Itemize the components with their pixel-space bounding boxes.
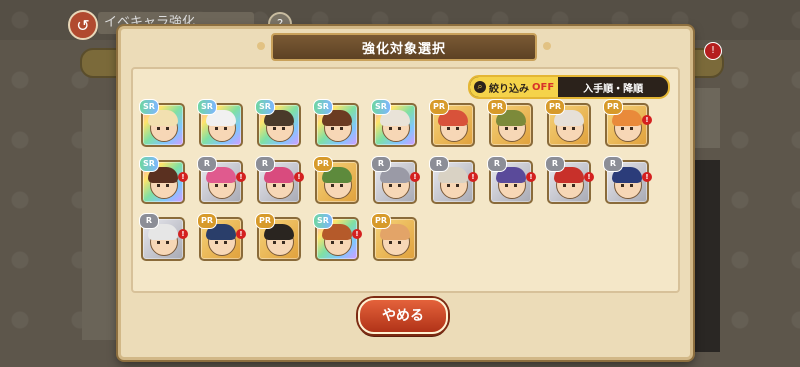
- filter-sort-bar: ⌕ 絞り込み OFF 入手順・降順: [468, 75, 670, 99]
- character-eyes: [389, 241, 401, 244]
- character-card[interactable]: SR: [139, 99, 185, 147]
- character-card[interactable]: R!: [603, 156, 652, 204]
- character-eyes: [505, 184, 517, 187]
- character-card[interactable]: SR!: [139, 156, 188, 204]
- character-eyes: [331, 184, 343, 187]
- rarity-badge: R: [197, 156, 217, 172]
- rarity-badge: SR: [139, 156, 159, 172]
- alert-badge: !: [294, 172, 304, 182]
- rarity-badge: R: [603, 156, 623, 172]
- character-eyes: [273, 127, 285, 130]
- character-card[interactable]: PR: [313, 156, 359, 204]
- card-list-panel: ⌕ 絞り込み OFF 入手順・降順 SR SR SR SR SR PR PR PR PR! SR!…: [131, 67, 680, 293]
- character-eyes: [389, 184, 401, 187]
- character-eyes: [273, 184, 285, 187]
- alert-badge: !: [642, 172, 652, 182]
- character-card[interactable]: SR: [371, 99, 417, 147]
- character-card[interactable]: R!: [197, 156, 246, 204]
- modal-title-plate: 強化対象選択: [257, 33, 551, 61]
- character-card[interactable]: PR: [255, 213, 301, 261]
- character-eyes: [157, 241, 169, 244]
- character-eyes: [505, 127, 517, 130]
- character-card[interactable]: SR: [255, 99, 301, 147]
- alert-badge: !: [178, 229, 188, 239]
- character-card[interactable]: PR!: [197, 213, 246, 261]
- rarity-badge: PR: [371, 213, 391, 229]
- character-card[interactable]: SR!: [313, 213, 362, 261]
- rarity-badge: PR: [603, 99, 623, 115]
- character-eyes: [273, 241, 285, 244]
- character-eyes: [215, 184, 227, 187]
- rarity-badge: PR: [313, 156, 333, 172]
- character-card[interactable]: R!: [139, 213, 188, 261]
- rarity-badge: PR: [429, 99, 449, 115]
- card-grid: SR SR SR SR SR PR PR PR PR! SR! R! R! PR R! R! R! R! R! R!…: [139, 99, 652, 261]
- filter-label: 絞り込み: [489, 83, 529, 95]
- character-card[interactable]: SR: [197, 99, 243, 147]
- notification-badge: !: [704, 42, 722, 60]
- character-eyes: [389, 127, 401, 130]
- filter-state: OFF: [532, 81, 555, 93]
- character-card[interactable]: SR: [313, 99, 359, 147]
- rarity-badge: SR: [255, 99, 275, 115]
- filter-toggle[interactable]: ⌕ 絞り込み OFF: [470, 77, 559, 97]
- character-card[interactable]: PR: [487, 99, 533, 147]
- rarity-badge: PR: [487, 99, 507, 115]
- rarity-badge: R: [487, 156, 507, 172]
- alert-badge: !: [468, 172, 478, 182]
- character-card[interactable]: PR: [429, 99, 475, 147]
- background-panel: [82, 110, 122, 340]
- alert-badge: !: [236, 229, 246, 239]
- character-card[interactable]: PR: [545, 99, 591, 147]
- rarity-badge: R: [255, 156, 275, 172]
- character-eyes: [215, 127, 227, 130]
- character-eyes: [157, 184, 169, 187]
- alert-badge: !: [352, 229, 362, 239]
- character-eyes: [331, 127, 343, 130]
- rarity-badge: PR: [255, 213, 275, 229]
- alert-badge: !: [410, 172, 420, 182]
- ornament-icon: [257, 42, 265, 50]
- character-eyes: [447, 127, 459, 130]
- select-target-modal: 強化対象選択 ⌕ 絞り込み OFF 入手順・降順 SR SR SR SR SR PR PR P…: [118, 26, 693, 360]
- character-eyes: [563, 184, 575, 187]
- alert-badge: !: [642, 115, 652, 125]
- character-eyes: [215, 241, 227, 244]
- rarity-badge: PR: [197, 213, 217, 229]
- ornament-icon: [543, 42, 551, 50]
- character-card[interactable]: R!: [429, 156, 478, 204]
- rarity-badge: SR: [371, 99, 391, 115]
- character-card[interactable]: PR!: [603, 99, 652, 147]
- character-card[interactable]: R!: [371, 156, 420, 204]
- alert-badge: !: [236, 172, 246, 182]
- alert-badge: !: [178, 172, 188, 182]
- character-eyes: [563, 127, 575, 130]
- rarity-badge: PR: [545, 99, 565, 115]
- rarity-badge: R: [139, 213, 159, 229]
- character-eyes: [157, 127, 169, 130]
- alert-badge: !: [584, 172, 594, 182]
- search-icon: ⌕: [474, 81, 486, 93]
- rarity-badge: SR: [313, 99, 333, 115]
- rarity-badge: R: [545, 156, 565, 172]
- rarity-badge: SR: [313, 213, 333, 229]
- character-card[interactable]: PR: [371, 213, 417, 261]
- rarity-badge: SR: [197, 99, 217, 115]
- character-eyes: [621, 184, 633, 187]
- alert-badge: !: [526, 172, 536, 182]
- rarity-badge: R: [371, 156, 391, 172]
- character-card[interactable]: R!: [255, 156, 304, 204]
- modal-title: 強化対象選択: [361, 41, 446, 57]
- rarity-badge: R: [429, 156, 449, 172]
- cancel-button[interactable]: やめる: [358, 298, 448, 334]
- sort-button[interactable]: 入手順・降順: [558, 80, 668, 95]
- character-eyes: [331, 241, 343, 244]
- rarity-badge: SR: [139, 99, 159, 115]
- character-card[interactable]: R!: [487, 156, 536, 204]
- back-arrow-icon: ↺: [76, 15, 90, 35]
- back-button[interactable]: ↺: [68, 10, 98, 40]
- character-eyes: [447, 184, 459, 187]
- character-eyes: [621, 127, 633, 130]
- character-card[interactable]: R!: [545, 156, 594, 204]
